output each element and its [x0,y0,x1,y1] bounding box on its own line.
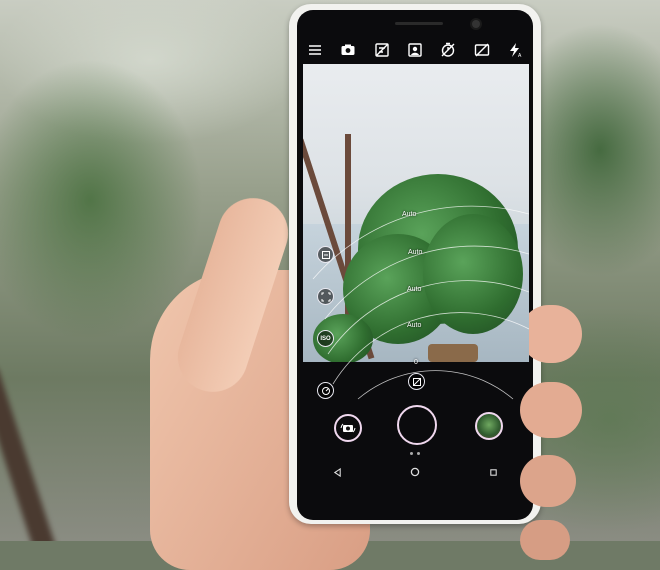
exposure-button[interactable] [408,373,425,390]
exposure-value[interactable]: 0 [414,359,418,366]
earpiece-speaker [395,22,443,25]
focus-button[interactable] [317,288,334,305]
back-icon[interactable] [330,465,344,479]
menu-icon[interactable] [306,41,324,59]
hand-finger-2 [520,382,582,438]
focus-value[interactable]: Auto [408,249,422,256]
hand-finger-3 [520,455,576,507]
switch-camera-button[interactable] [334,414,362,442]
blurred-branch [0,362,67,541]
camera-top-toolbar: A [300,38,530,62]
flash-auto-icon[interactable]: A [506,41,524,59]
mode-page-indicator [410,452,420,455]
scene-pot [428,344,478,362]
shutter-speed-value[interactable]: Auto [407,322,421,329]
shutter-speed-button[interactable] [317,382,334,399]
white-balance-value[interactable]: Auto [402,211,416,218]
shutter-button[interactable] [397,405,437,445]
recents-icon[interactable] [486,465,500,479]
iso-button[interactable]: ISO [317,330,334,347]
home-icon[interactable] [408,465,422,479]
hdr-off-icon[interactable] [473,41,491,59]
white-balance-button[interactable] [317,246,334,263]
timer-off-icon[interactable] [439,41,457,59]
portrait-icon[interactable] [406,41,424,59]
switch-camera-icon [340,423,356,433]
hand-finger-1 [520,305,582,363]
scene-plant [423,214,523,334]
hand-finger-4 [520,520,570,560]
photo-mode-icon[interactable] [339,41,357,59]
gallery-thumbnail[interactable] [475,412,503,440]
svg-text:A: A [518,53,522,58]
iso-value[interactable]: Auto [407,286,421,293]
beauty-off-icon[interactable] [373,41,391,59]
system-navigation-bar [330,462,500,482]
front-camera [472,20,480,28]
